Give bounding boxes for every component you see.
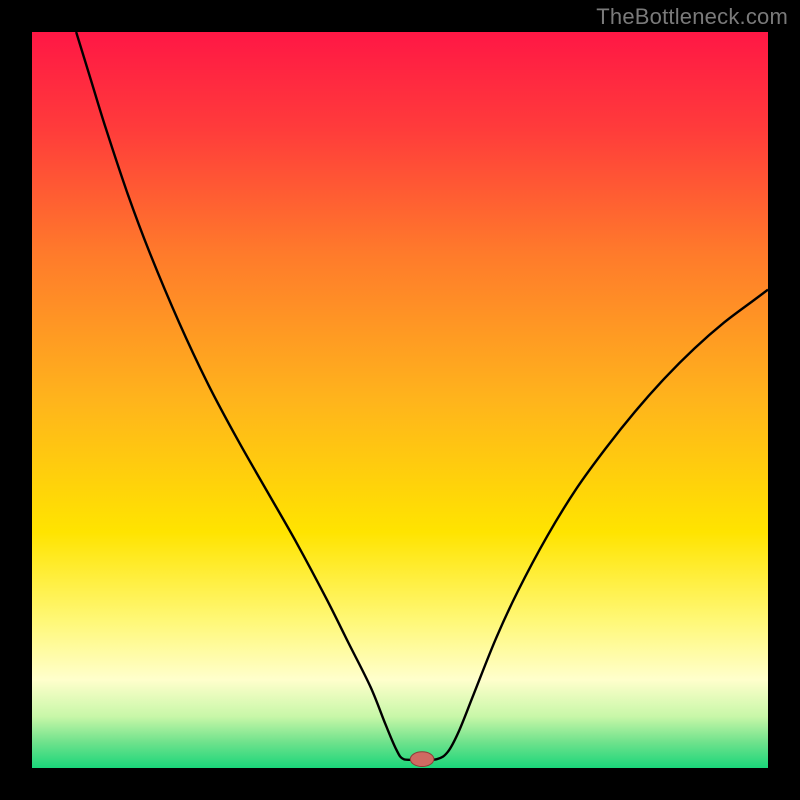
watermark-label: TheBottleneck.com	[596, 4, 788, 30]
plot-area	[32, 32, 768, 768]
optimal-point-marker	[410, 752, 434, 767]
chart-frame: TheBottleneck.com	[0, 0, 800, 800]
chart-svg	[32, 32, 768, 768]
gradient-background	[32, 32, 768, 768]
